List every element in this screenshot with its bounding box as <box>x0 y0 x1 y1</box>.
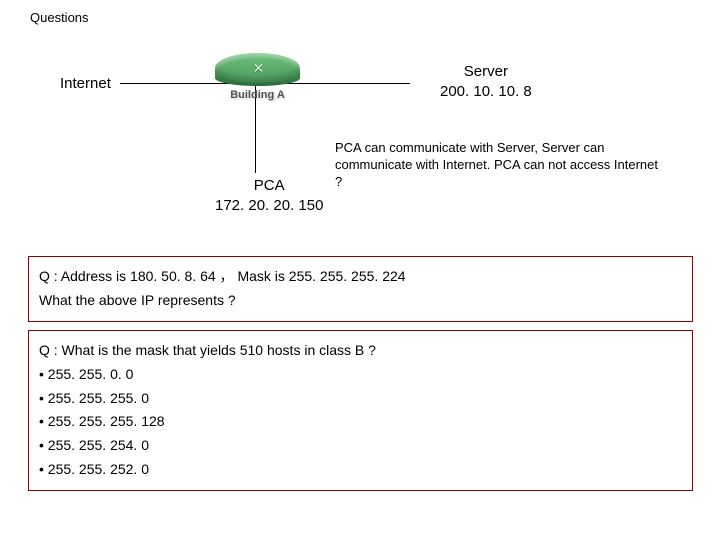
server-ip: 200. 10. 10. 8 <box>440 82 532 102</box>
internet-label: Internet <box>60 75 111 92</box>
q2-option: • 255. 255. 255. 128 <box>39 410 682 434</box>
router-icon: ✕ Building A <box>215 53 300 108</box>
network-diagram: Internet ✕ Building A Server 200. 10. 10… <box>60 50 660 220</box>
pca-block: PCA 172. 20. 20. 150 <box>215 176 323 215</box>
question-box-2: Q : What is the mask that yields 510 hos… <box>28 330 693 491</box>
q1-line1: Q : Address is 180. 50. 8. 64 ， Mask is … <box>39 265 682 289</box>
q2-prompt: Q : What is the mask that yields 510 hos… <box>39 339 682 363</box>
pca-name: PCA <box>215 176 323 196</box>
server-block: Server 200. 10. 10. 8 <box>440 62 532 103</box>
scenario-text: PCA can communicate with Server, Server … <box>335 140 665 191</box>
page-title: Questions <box>30 10 89 25</box>
q2-option: • 255. 255. 0. 0 <box>39 363 682 387</box>
q2-option: • 255. 255. 255. 0 <box>39 387 682 411</box>
router-label: Building A <box>215 89 300 101</box>
question-box-1: Q : Address is 180. 50. 8. 64 ， Mask is … <box>28 256 693 322</box>
q2-option: • 255. 255. 254. 0 <box>39 434 682 458</box>
q1-line2: What the above IP represents ? <box>39 289 682 313</box>
router-arrows-icon: ✕ <box>215 53 300 83</box>
pca-ip: 172. 20. 20. 150 <box>215 196 323 216</box>
q2-option: • 255. 255. 252. 0 <box>39 458 682 482</box>
server-name: Server <box>440 62 532 82</box>
